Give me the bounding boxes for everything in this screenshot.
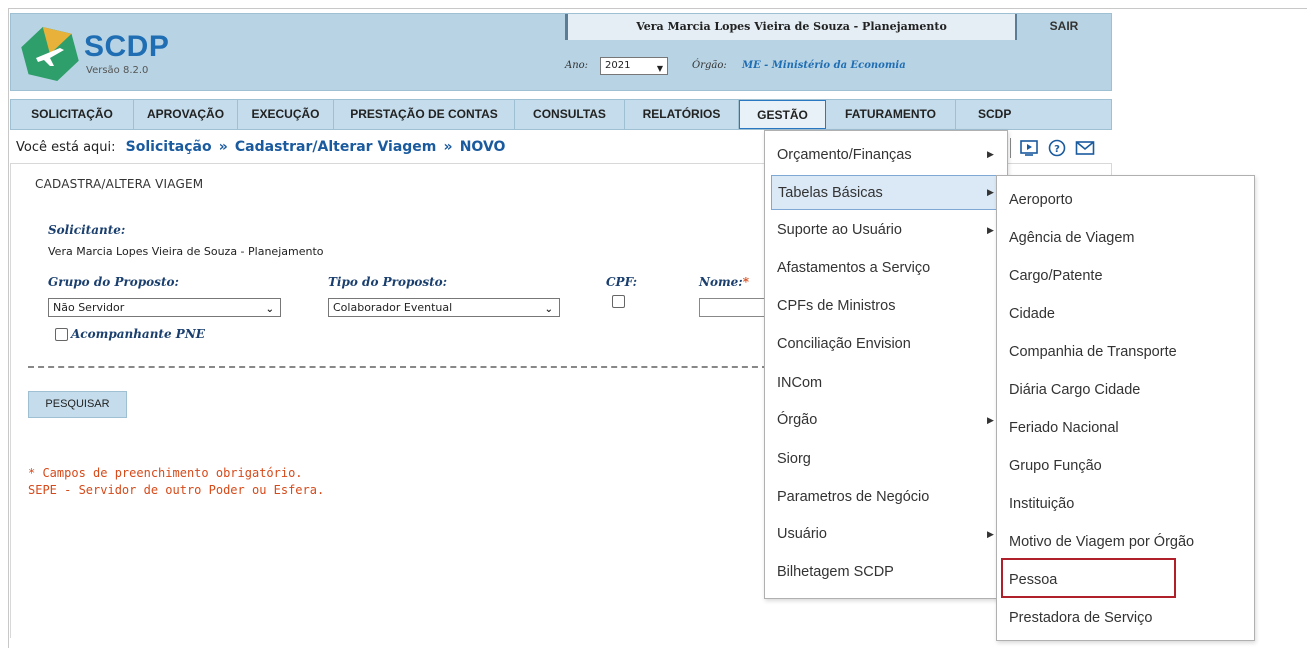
nav-faturamento[interactable]: FATURAMENTO (826, 100, 956, 129)
search-button[interactable]: PESQUISAR (28, 391, 127, 418)
mail-icon[interactable] (1075, 139, 1095, 157)
menu-item-bilhetagem[interactable]: Bilhetagem SCDP (777, 564, 894, 580)
menu-item-label: Usuário (777, 526, 827, 542)
grupo-proposto-value: Não Servidor (53, 301, 125, 314)
highlight-box (1001, 558, 1176, 598)
required-marker: * (742, 275, 750, 289)
nav-consultas[interactable]: CONSULTAS (515, 100, 625, 129)
menu-item-cpfs-ministros[interactable]: CPFs de Ministros (777, 298, 895, 314)
menu-item-label: Orçamento/Finanças (777, 147, 912, 163)
chevron-right-icon: ▶ (987, 415, 994, 425)
menu-item-label: Bilhetagem SCDP (777, 564, 894, 580)
menu-item-label: Afastamentos a Serviço (777, 260, 931, 276)
main-nav: SOLICITAÇÃO APROVAÇÃO EXECUÇÃO PRESTAÇÃO… (10, 99, 1112, 130)
page-title: CADASTRA/ALTERA VIAGEM (35, 177, 204, 191)
breadcrumb-separator: » (443, 139, 453, 155)
submenu-item-diaria[interactable]: Diária Cargo Cidade (1009, 382, 1140, 398)
menu-item-label: Tabelas Básicas (778, 185, 883, 201)
menu-item-label: Parametros de Negócio (777, 489, 930, 505)
organ-label: Órgão: (692, 60, 727, 71)
help-icon[interactable]: ? (1047, 139, 1067, 157)
menu-item-usuario[interactable]: Usuário (777, 526, 827, 542)
chevron-right-icon: ▶ (987, 187, 994, 197)
grupo-proposto-select[interactable]: Não Servidor ⌄ (48, 298, 281, 317)
cpf-label: CPF: (606, 275, 638, 289)
chevron-right-icon: ▶ (987, 225, 994, 235)
chevron-down-icon: ▼ (656, 64, 663, 73)
menu-item-orgao[interactable]: Órgão (777, 412, 817, 428)
video-icon[interactable] (1019, 139, 1039, 157)
menu-item-label: Siorg (777, 451, 811, 467)
chevron-right-icon: ▶ (987, 529, 994, 539)
app-logo-text: SCDP (84, 30, 170, 63)
menu-item-label: INCom (777, 375, 823, 391)
year-select[interactable]: 2021 ▼ (600, 57, 668, 75)
nav-relatorios[interactable]: RELATÓRIOS (625, 100, 739, 129)
submenu-item-instituicao[interactable]: Instituição (1009, 496, 1074, 512)
nav-execucao[interactable]: EXECUÇÃO (238, 100, 334, 129)
sepe-note: SEPE - Servidor de outro Poder ou Esfera… (28, 483, 325, 497)
breadcrumb-prefix: Você está aqui: (16, 140, 116, 155)
solicitante-value: Vera Marcia Lopes Vieira de Souza - Plan… (48, 245, 324, 258)
menu-item-label: CPFs de Ministros (777, 298, 896, 314)
menu-item-suporte[interactable]: Suporte ao Usuário (777, 222, 902, 238)
menu-item-label: Suporte ao Usuário (777, 222, 902, 238)
submenu-item-grupo-funcao[interactable]: Grupo Função (1009, 458, 1102, 474)
menu-item-afastamentos[interactable]: Afastamentos a Serviço (777, 260, 930, 276)
year-label: Ano: (565, 60, 589, 71)
submenu-item-companhia[interactable]: Companhia de Transporte (1009, 344, 1177, 360)
acompanhante-checkbox[interactable] (55, 328, 68, 341)
menu-item-conciliacao[interactable]: Conciliação Envision (777, 336, 911, 352)
tipo-proposto-select[interactable]: Colaborador Eventual ⌄ (328, 298, 560, 317)
submenu-item-cidade[interactable]: Cidade (1009, 306, 1055, 322)
menu-item-parametros[interactable]: Parametros de Negócio (777, 489, 929, 505)
nav-prestacao-de-contas[interactable]: PRESTAÇÃO DE CONTAS (334, 100, 515, 129)
nome-label-text: Nome: (699, 275, 743, 289)
nome-input[interactable] (699, 298, 765, 317)
nav-solicitacao[interactable]: SOLICITAÇÃO (11, 100, 134, 129)
menu-item-siorg[interactable]: Siorg (777, 451, 811, 467)
submenu-item-aeroporto[interactable]: Aeroporto (1009, 192, 1073, 208)
app-version: Versão 8.2.0 (86, 65, 149, 76)
toolbar-icons: ? (1010, 138, 1095, 158)
svg-text:?: ? (1054, 144, 1060, 155)
solicitante-label: Solicitante: (48, 223, 126, 237)
year-select-value: 2021 (605, 60, 631, 71)
tipo-proposto-value: Colaborador Eventual (333, 301, 453, 314)
section-divider (28, 366, 768, 368)
menu-item-label: Órgão (777, 412, 818, 428)
breadcrumb-item-novo: NOVO (459, 139, 506, 155)
logout-button[interactable]: SAIR (1017, 14, 1111, 40)
acompanhante-label: Acompanhante PNE (71, 327, 205, 341)
required-fields-note: * Campos de preenchimento obrigatório. (28, 466, 303, 480)
breadcrumb-separator: » (218, 139, 228, 155)
nav-aprovacao[interactable]: APROVAÇÃO (134, 100, 238, 129)
submenu-item-motivo[interactable]: Motivo de Viagem por Órgão (1009, 534, 1194, 550)
chevron-right-icon: ▶ (987, 149, 994, 159)
nav-gestao[interactable]: GESTÃO (739, 100, 826, 129)
menu-item-orcamento[interactable]: Orçamento/Finanças (777, 147, 912, 163)
submenu-item-feriado[interactable]: Feriado Nacional (1009, 420, 1119, 436)
user-name-bar: Vera Marcia Lopes Vieira de Souza - Plan… (565, 14, 1017, 40)
chevron-down-icon: ⌄ (544, 304, 553, 315)
organ-value: ME - Ministério da Economia (742, 60, 906, 71)
logo-airplane-icon (21, 26, 79, 82)
grupo-proposto-label: Grupo do Proposto: (48, 275, 179, 289)
gestao-menu: Orçamento/Finanças ▶ Tabelas Básicas ▶ S… (764, 130, 1008, 599)
breadcrumb: Você está aqui: Solicitação » Cadastrar/… (16, 139, 505, 155)
breadcrumb-item-solicitacao[interactable]: Solicitação (126, 139, 212, 155)
menu-item-incom[interactable]: INCom (777, 375, 822, 391)
submenu-item-cargo[interactable]: Cargo/Patente (1009, 268, 1103, 284)
menu-item-tabelas-basicas[interactable]: Tabelas Básicas (771, 175, 999, 210)
cpf-checkbox[interactable] (612, 295, 625, 308)
submenu-item-prestadora[interactable]: Prestadora de Serviço (1009, 610, 1152, 626)
nav-scdp[interactable]: SCDP (956, 100, 1036, 129)
toolbar-divider (1010, 138, 1011, 158)
nome-label: Nome:* (699, 275, 749, 289)
submenu-item-agencia[interactable]: Agência de Viagem (1009, 230, 1135, 246)
chevron-down-icon: ⌄ (265, 304, 274, 315)
tipo-proposto-label: Tipo do Proposto: (328, 275, 448, 289)
menu-item-label: Conciliação Envision (777, 336, 911, 352)
breadcrumb-item-cadastrar[interactable]: Cadastrar/Alterar Viagem (235, 139, 436, 155)
